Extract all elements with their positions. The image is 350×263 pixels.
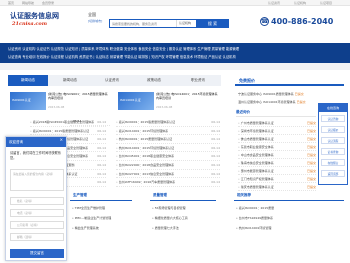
topbar-link-projects[interactable]: 认证项目 [320, 1, 332, 5]
quote-panel-header: 免费报价 [235, 75, 344, 86]
list-item[interactable]: • 台州ISO27001：2013信息安全管理体系 06-14 [116, 170, 220, 179]
switch-city-link[interactable]: [切换城市] [88, 19, 102, 23]
nav-row-primary[interactable]: 认证资讯 认证机构 认证证书 认证规范 认证知识 | 质量体系 环境体系 职业健… [8, 46, 239, 51]
chat-email-field[interactable]: 邮箱（选填） [10, 233, 64, 241]
region-label: 全国 [88, 12, 96, 17]
chat-popup: 欢迎咨询 × 请留言，我们将在工作时间尽快联系您。 请在此输入您的留言内容（必填… [5, 136, 67, 261]
category-link[interactable]: • 精细化质量六大核心工具 [152, 216, 188, 220]
recent-inquiry-list: • 广州市质量管理体系认证 已提交 • 深圳市环境管理体系认证 已提交 • 佛山市质… [238, 119, 316, 191]
tab-policy[interactable]: 政策动态 [134, 75, 174, 86]
category-link[interactable]: • 嘉兴ISO9001：2015质量 [236, 206, 274, 210]
float-item[interactable]: 证书查询 [321, 148, 345, 155]
recent-inquiry-title: 最近询价 [236, 110, 250, 114]
float-item[interactable]: 认证咨询 [321, 115, 345, 122]
list-item: • 惠州市能源管理体系认证 已提交 [238, 169, 316, 175]
category-header: 生产管理 [70, 192, 132, 201]
list-item[interactable]: • 台州ISO22000：2018食品安全管理体系 06-14 [116, 161, 220, 170]
list-item: • 肇庆市质量管理体系认证 已提交 [238, 185, 316, 191]
quote-notice[interactable]: 宁波认证服务中心 ISO9001质量管理体系 已提交 [238, 92, 304, 96]
list-item: • 佛山市质量管理体系认证 已提交 [238, 137, 316, 143]
list-item[interactable]: • 台州ISO45001：2018职业健康安全体系 06-14 [116, 152, 220, 161]
nav-row-secondary[interactable]: 认证查询 专业培训 在线报价 认证流程 认证机构 资质证书 | 认证标志 测量管… [8, 54, 236, 59]
float-item[interactable]: 认证流程 [321, 137, 345, 144]
search-button[interactable]: 搜 索 [196, 19, 229, 28]
topbar-link-login[interactable]: 会员登录 [42, 1, 54, 5]
list-item: • 深圳市环境管理体系认证 已提交 [238, 129, 316, 135]
float-item[interactable]: 返回顶部 [321, 170, 345, 177]
quote-notice[interactable]: 温州认证服务中心 ISO14001环境管理体系 已提交 [238, 100, 306, 104]
chat-title: 欢迎咨询 [6, 137, 66, 147]
list-item[interactable]: • 杭州ISO14001：2015环境管理体系认证 06-14 [116, 144, 220, 153]
category-link[interactable]: • 台州市TS16949质量体系 [236, 216, 273, 220]
list-item[interactable]: • 嘉兴2018版ISO45001职业健康安全管理体系 06-14 [30, 118, 106, 127]
list-item: • 中山市食品安全管理体系 已提交 [238, 153, 316, 159]
chat-submit-button[interactable]: 提交留言 [10, 249, 64, 258]
main-navigation: 认证资讯 认证机构 认证证书 认证规范 认证知识 | 质量体系 环境体系 职业健… [0, 43, 350, 63]
category-link[interactable]: • 杭州ISO14001环境管理 [236, 226, 271, 230]
float-item[interactable]: 在线留言 [321, 159, 345, 166]
list-item[interactable]: • 杭州ISO9001：2015质量管理体系认证 06-14 [116, 135, 220, 144]
list-item[interactable]: • 嘉兴ISO14001：2015环境管理体系 06-14 [116, 127, 220, 136]
close-icon[interactable]: × [60, 137, 63, 142]
list-item[interactable]: • 嘉兴ISO9001：2015版质量管理体系认证 06-14 [116, 118, 220, 127]
category-link[interactable]: • 5S现场管理与目视管理 [152, 206, 186, 210]
tab-news[interactable]: 新闻动态 [50, 75, 90, 86]
tab-career[interactable]: 职业资讯 [176, 75, 220, 86]
featured-article[interactable]: ISO14001认证 [新闻公告] 电ISO14001：2015环境管理体系内审… [116, 90, 219, 113]
category-header: 质量管理 [150, 192, 216, 201]
news-tabs: 新闻动态 新闻动态 认证资讯 政策动态 职业资讯 [8, 75, 221, 86]
chat-company-field[interactable]: 公司名称（必填） [10, 221, 64, 229]
chat-name-field[interactable]: 姓名（必填） [10, 197, 64, 205]
float-item[interactable]: 认证报价 [321, 126, 345, 133]
featured-thumbnail: ISO14001认证 [118, 92, 154, 110]
category-link[interactable]: • 质量管理七大手法 [152, 226, 179, 230]
phone-icon: ☎ [260, 17, 269, 26]
site-logo-url: 21cnisa.com [12, 21, 48, 27]
floating-service-title[interactable]: 在线咨询 [319, 104, 347, 112]
recent-inquiry-header: 最近询价 [236, 110, 316, 117]
list-item: • 广州市质量管理体系认证 已提交 [238, 121, 316, 127]
category-link[interactable]: • PMC—制造业生产计划管理 [72, 216, 111, 220]
list-item[interactable]: • 嘉兴ISO9001：2015版质量管理体系认证 06-14 [30, 127, 106, 136]
search-scope-select[interactable]: 认证机构 [176, 20, 196, 27]
news-list-right: • 嘉兴ISO9001：2015版质量管理体系认证 06-14 • 嘉兴ISO14… [116, 118, 220, 187]
tab-news-active[interactable]: 新闻动态 [8, 75, 48, 86]
topbar-link-sitemap[interactable]: 网站导航 [22, 1, 34, 5]
floating-service-panel: 在线咨询 认证咨询 认证报价 认证流程 证书查询 在线留言 返回顶部 [318, 103, 348, 185]
search-input[interactable] [110, 20, 180, 27]
category-header: 相关推荐 [234, 192, 344, 201]
tab-cert-info[interactable]: 认证资讯 [92, 75, 132, 86]
topbar-link-home[interactable]: 首页 [8, 1, 14, 5]
hotline-number: 400-886-2040 [271, 17, 334, 26]
list-item[interactable]: • 台州IATF16949：2016汽车质量管理体系 06-14 [116, 178, 220, 187]
featured-title[interactable]: [新闻公告] 电ISO14001：2015环境管理体系内审员培训 [156, 92, 218, 100]
featured-title[interactable]: [新闻公告] 电ISO9001：2015质量管理体系内审员培训 [48, 92, 110, 100]
chat-phone-field[interactable]: 电话（必填） [10, 209, 64, 217]
topbar-link-news[interactable]: 认证资讯 [268, 1, 280, 5]
topbar-link-orgs[interactable]: 认证机构 [294, 1, 306, 5]
category-link[interactable]: • TPM全员生产维护管理 [72, 206, 105, 210]
featured-date: 2023-06-08 [156, 105, 173, 109]
list-item: • 珠海市信息安全管理体系 已提交 [238, 161, 316, 167]
site-logo[interactable]: 认证服务信息网 [10, 11, 59, 21]
list-item: • 东莞市职业健康安全体系 已提交 [238, 145, 316, 151]
list-item: • 江门市知识产权管理体系 已提交 [238, 177, 316, 183]
quote-panel-title: 免费报价 [239, 78, 255, 83]
featured-date: 2023-06-08 [48, 105, 65, 109]
chat-message-textarea[interactable]: 请在此输入您的留言内容（必填） [10, 169, 64, 191]
category-link[interactable]: • 精益生产管理系统 [72, 226, 99, 230]
featured-article[interactable]: ISO9001认证 [新闻公告] 电ISO9001：2015质量管理体系内审员培… [8, 90, 111, 113]
featured-thumbnail: ISO9001认证 [10, 92, 46, 110]
chat-message: 请留言，我们将在工作时间尽快联系您。 [10, 151, 61, 160]
